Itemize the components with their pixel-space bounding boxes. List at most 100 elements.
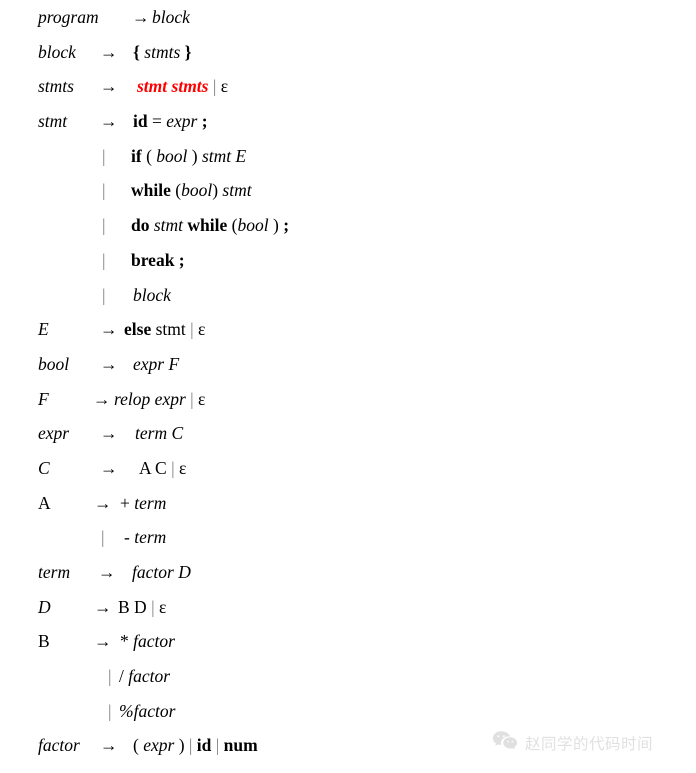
production-rule-row: stmt → id = expr ; (0, 104, 696, 139)
rule-token: F (168, 353, 180, 374)
rule-rhs-body: relop expr | ε (114, 382, 205, 417)
rule-lhs-nonterminal: C (38, 457, 50, 478)
rule-lhs-nonterminal: A (38, 492, 51, 513)
rule-token: do (131, 215, 150, 236)
production-rule-row: | do stmt while (bool ) ; (0, 208, 696, 243)
production-rule-row: expr → term C (0, 416, 696, 451)
rule-rhs-body: { stmts } (133, 35, 192, 70)
rule-rhs-body: expr F (133, 347, 179, 382)
rule-rhs-body: block (133, 278, 171, 313)
rule-token: expr (133, 353, 165, 374)
rule-lhs-nonterminal: expr (38, 423, 70, 444)
rule-lhs-nonterminal: stmts (38, 76, 74, 97)
production-rule-row: | block (0, 278, 696, 313)
production-rule-row: F → relop expr | ε (0, 382, 696, 417)
rule-alternation-pipe: | (102, 284, 106, 305)
rule-arrow: → (94, 631, 112, 652)
rule-alternation-pipe: | (102, 145, 106, 166)
rule-lhs-nonterminal: term (38, 562, 71, 582)
rule-token: num (223, 735, 258, 756)
rule-token: stmt (222, 180, 252, 201)
rule-token: ) (187, 145, 202, 166)
rule-rhs-body: - term (124, 520, 166, 555)
rule-token: bool (181, 180, 213, 201)
production-rule-row: factor → ( expr ) | id | num (0, 728, 696, 763)
production-rule-row: B → * factor (0, 624, 696, 659)
rule-token: term (134, 527, 167, 548)
rule-token: A C (139, 457, 167, 478)
rule-token: relop (114, 388, 151, 409)
rule-token: ε (198, 388, 206, 409)
production-rule-row: | - term (0, 520, 696, 555)
production-rule-row: program → block (0, 0, 696, 35)
rule-rhs-body: if ( bool ) stmt E (131, 139, 246, 174)
rule-token: % (119, 700, 134, 721)
rule-arrow: → (93, 388, 111, 409)
rule-arrow: → (100, 41, 118, 62)
rule-token: factor (128, 666, 171, 687)
rule-token: factor (133, 631, 175, 652)
rule-token: expr (143, 735, 175, 756)
rule-token: { (133, 41, 140, 62)
rule-alternation-pipe: | (108, 666, 112, 687)
rule-token: block (152, 7, 190, 27)
rule-rhs-body: factor D (132, 555, 191, 590)
rule-token: stmt (201, 145, 232, 166)
rule-token: id (196, 735, 212, 756)
rule-lhs-nonterminal: program (38, 7, 99, 27)
rule-token: ε (158, 596, 167, 617)
rule-rhs-body: block (152, 0, 190, 35)
production-rule-row: | if ( bool ) stmt E (0, 139, 696, 174)
rule-alternation-pipe: | (102, 180, 106, 201)
rule-token: ( (141, 145, 157, 166)
rule-lhs-nonterminal: stmt (38, 111, 68, 132)
rule-token: bool (237, 215, 269, 236)
rule-arrow: → (132, 7, 150, 27)
rule-arrow: → (100, 423, 118, 444)
production-rule-row: | / factor (0, 659, 696, 694)
rule-token: stmt (155, 319, 186, 340)
rule-token: } (184, 41, 192, 62)
rule-token: factor (133, 700, 176, 721)
rule-token: ε (220, 76, 229, 97)
rule-token: D (178, 562, 191, 582)
rule-rhs-body: * factor (120, 624, 175, 659)
production-rule-row: | while (bool) stmt (0, 173, 696, 208)
rule-token: B D (118, 596, 147, 617)
grammar-rules-list: program → block block →{ stmts } stmts → stmt s… (0, 0, 696, 763)
production-rule-row: block → { stmts } (0, 35, 696, 70)
rule-token: ) (174, 735, 189, 756)
rule-rhs-body: do stmt while (bool ) ; (131, 208, 289, 243)
rule-alternation-pipe: | (102, 249, 106, 270)
rule-token: C (171, 423, 184, 444)
rule-rhs-body: %factor (119, 694, 175, 729)
production-rule-row: term → factor D (0, 555, 696, 590)
rule-rhs-body: / factor (119, 659, 170, 694)
rule-token: + (120, 492, 135, 513)
rule-arrow: → (100, 353, 118, 374)
production-rule-row: A → + term (0, 486, 696, 521)
rule-token: * (120, 631, 134, 652)
rule-rhs-body: break ; (131, 243, 185, 278)
rule-rhs-body: term C (135, 416, 183, 451)
rule-token: bool (156, 145, 188, 166)
rule-token: ( (170, 180, 182, 201)
production-rule-row: C → A C | ε (0, 451, 696, 486)
rule-arrow: → (100, 735, 118, 756)
rule-lhs-nonterminal: E (38, 319, 49, 340)
rule-arrow: → (100, 319, 118, 340)
production-rule-row: stmts → stmt stmts | ε (0, 69, 696, 104)
rule-token: ) (212, 180, 223, 201)
rule-token: ε (179, 457, 187, 478)
rule-rhs-body: B D | ε (118, 590, 166, 625)
rule-token: ) (268, 215, 284, 236)
rule-rhs-body: id = expr ; (133, 104, 208, 139)
rule-arrow: → (100, 111, 118, 132)
rule-alternation-pipe: | (101, 527, 105, 548)
rule-alternation-pipe: | (102, 215, 106, 236)
rule-rhs-body: stmt stmts | ε (137, 69, 228, 104)
rule-lhs-nonterminal: D (38, 596, 51, 617)
production-rule-row: | %factor (0, 694, 696, 729)
rule-token: E (235, 145, 247, 166)
rule-arrow: → (100, 76, 118, 97)
